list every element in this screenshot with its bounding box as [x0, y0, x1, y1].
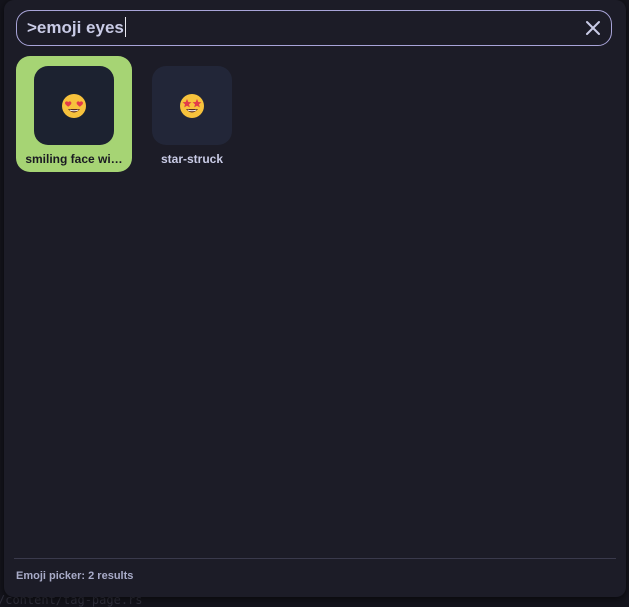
- clear-search-button[interactable]: [581, 16, 605, 40]
- emoji-preview: [152, 66, 232, 145]
- emoji-preview: [34, 66, 114, 145]
- emoji-picker-panel: >emoji eyes smiling face wi… star-struck…: [4, 0, 626, 597]
- text-caret: [124, 17, 126, 38]
- smiling-face-with-heart-eyes-icon: [62, 93, 86, 118]
- emoji-result-label: smiling face wi…: [25, 152, 123, 166]
- emoji-result-label: star-struck: [160, 152, 224, 166]
- search-input[interactable]: >emoji eyes: [27, 11, 126, 44]
- results-status: Emoji picker: 2 results: [16, 570, 134, 582]
- emoji-result-smiling-face-heart-eyes[interactable]: smiling face wi…: [16, 56, 132, 172]
- close-icon: [586, 21, 600, 35]
- footer-divider: [14, 558, 616, 559]
- search-bar[interactable]: >emoji eyes: [16, 10, 612, 46]
- star-struck-icon: [180, 93, 204, 118]
- emoji-result-star-struck[interactable]: star-struck: [134, 56, 250, 172]
